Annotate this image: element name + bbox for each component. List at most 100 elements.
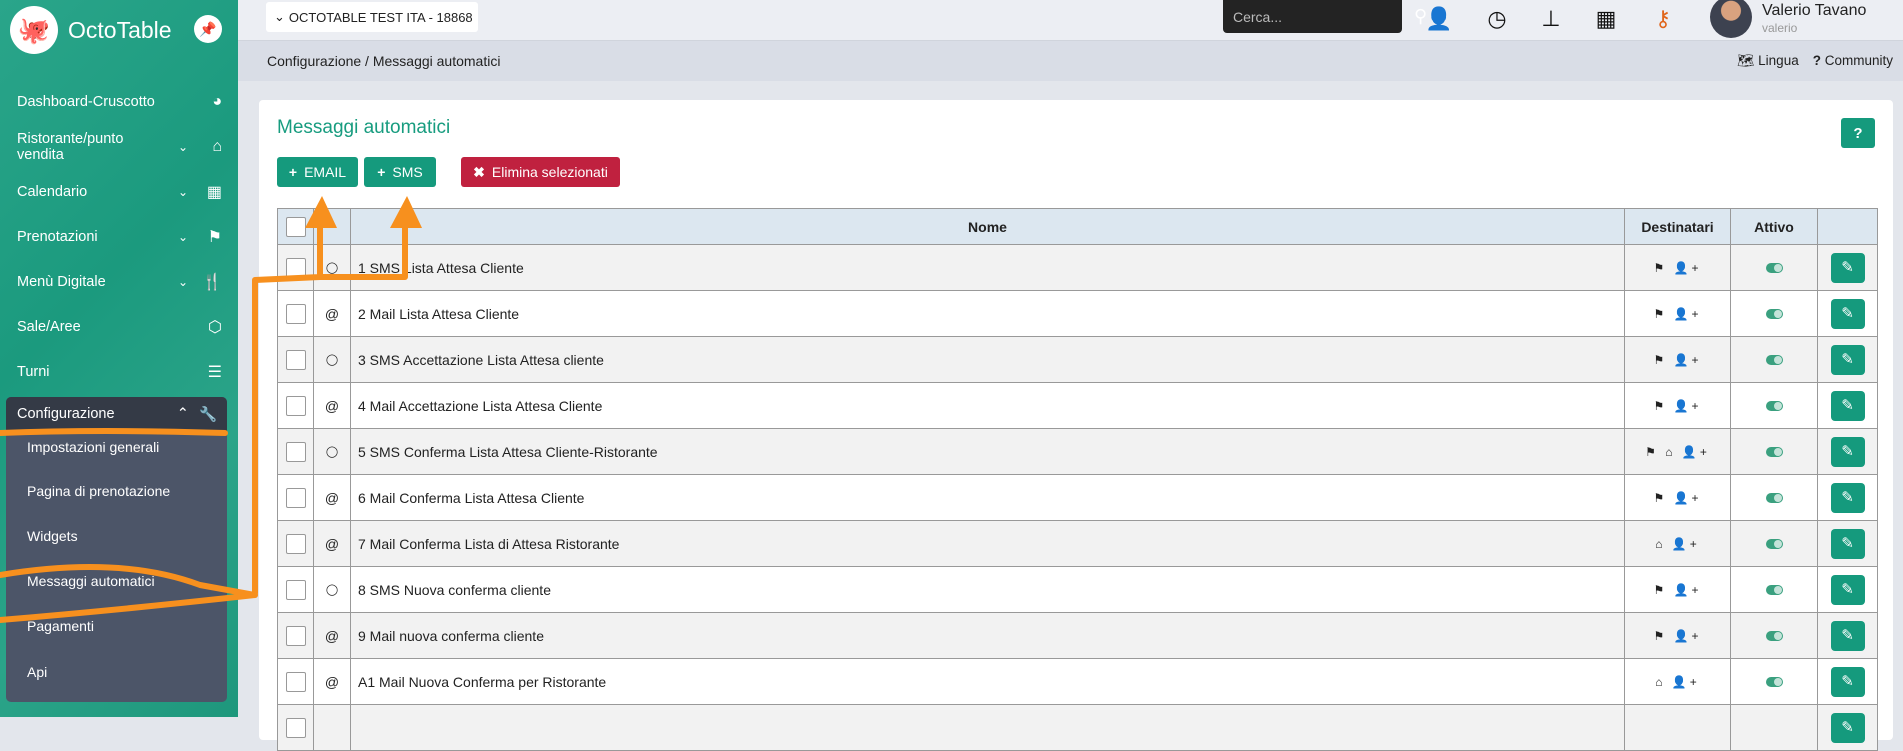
active-toggle[interactable] bbox=[1765, 538, 1783, 549]
active-cell bbox=[1730, 520, 1818, 567]
active-toggle[interactable] bbox=[1765, 354, 1783, 365]
edit-button[interactable]: ✎ bbox=[1830, 666, 1865, 697]
flag-icon: ⚑ bbox=[1645, 444, 1659, 459]
edit-button[interactable]: ✎ bbox=[1830, 344, 1865, 375]
edit-button[interactable]: ✎ bbox=[1830, 482, 1865, 513]
edit-button[interactable]: ✎ bbox=[1830, 712, 1865, 743]
table-row: @ 7 Mail Conferma Lista di Attesa Ristor… bbox=[277, 520, 1878, 567]
pin-icon[interactable]: 📌 bbox=[194, 15, 222, 43]
row-checkbox[interactable] bbox=[285, 257, 306, 278]
active-cell bbox=[1730, 336, 1818, 383]
sidebar-subitem[interactable]: Api bbox=[27, 664, 47, 680]
sidebar-item-calendario[interactable]: Calendario ⌄ ▦ bbox=[17, 177, 222, 207]
sidebar-item-men-digitale[interactable]: Menù Digitale ⌄ 🍴 bbox=[17, 267, 222, 297]
user-plus-icon: 👤+ bbox=[1671, 536, 1700, 551]
active-cell bbox=[1730, 566, 1818, 613]
community-link[interactable]: ? Community bbox=[1813, 53, 1893, 69]
organization-selector[interactable]: ⌄ OCTOTABLE TEST ITA - 18868 bbox=[266, 2, 478, 32]
language-link[interactable]: 🗺 Lingua bbox=[1737, 53, 1798, 69]
flag-icon: ⚑ bbox=[1653, 582, 1668, 597]
active-toggle[interactable] bbox=[1765, 262, 1783, 273]
edit-button[interactable]: ✎ bbox=[1830, 436, 1865, 467]
active-cell bbox=[1730, 658, 1818, 705]
select-cell bbox=[277, 336, 314, 383]
active-toggle[interactable] bbox=[1765, 584, 1783, 595]
sidebar-subitem[interactable]: Messaggi automatici bbox=[27, 573, 155, 589]
row-checkbox[interactable] bbox=[285, 395, 306, 416]
actions-cell: ✎ bbox=[1817, 612, 1878, 659]
row-checkbox[interactable] bbox=[285, 533, 306, 554]
add-sms-button[interactable]: + SMS bbox=[364, 157, 436, 187]
chevron-up-icon: ⌃ bbox=[176, 406, 189, 422]
sidebar-item-label: Calendario bbox=[17, 184, 88, 200]
sidebar-item-turni[interactable]: Turni ☰ bbox=[17, 357, 222, 387]
sidebar-item-label: Ristorante/punto vendita bbox=[17, 131, 124, 163]
page-title: Messaggi automatici bbox=[277, 117, 451, 138]
sidebar-item-ristorante-punto-vendita[interactable]: Ristorante/punto vendita ⌄ ⌂ bbox=[17, 131, 222, 163]
select-cell bbox=[277, 428, 314, 475]
message-name: A1 Mail Nuova Conferma per Ristorante bbox=[350, 658, 1625, 705]
edit-button[interactable]: ✎ bbox=[1830, 528, 1865, 559]
sidebar-subitem[interactable]: Impostazioni generali bbox=[27, 439, 159, 455]
actions-cell: ✎ bbox=[1817, 658, 1878, 705]
flag-icon: ⚑ bbox=[1653, 398, 1668, 413]
edit-button[interactable]: ✎ bbox=[1830, 390, 1865, 421]
sidebar-item-label: Menù Digitale bbox=[17, 274, 106, 290]
active-toggle[interactable] bbox=[1765, 308, 1783, 319]
user-login: valerio bbox=[1762, 21, 1798, 35]
sidebar-item-configurazione[interactable]: Configurazione ⌃ 🔧 bbox=[6, 397, 227, 431]
sidebar-item-sale-aree[interactable]: Sale/Aree ⬡ bbox=[17, 312, 222, 342]
active-cell bbox=[1730, 474, 1818, 521]
sidebar-subitem[interactable]: Pagina di prenotazione bbox=[27, 483, 170, 499]
sidebar-subitem[interactable]: Widgets bbox=[27, 528, 78, 544]
key-icon[interactable]: ⚷ bbox=[1648, 6, 1678, 32]
select-all-checkbox[interactable] bbox=[285, 216, 306, 237]
active-cell bbox=[1730, 704, 1818, 751]
sidebar-item-label: Turni bbox=[17, 364, 50, 380]
active-cell bbox=[1730, 290, 1818, 337]
sidebar-item-dashboard-cruscotto[interactable]: Dashboard-Cruscotto ◕ bbox=[17, 87, 222, 117]
active-toggle[interactable] bbox=[1765, 400, 1783, 411]
edit-button[interactable]: ✎ bbox=[1830, 252, 1865, 283]
message-name: 3 SMS Accettazione Lista Attesa cliente bbox=[350, 336, 1625, 383]
search-input[interactable] bbox=[1233, 8, 1414, 25]
active-toggle[interactable] bbox=[1765, 630, 1783, 641]
select-all-header bbox=[277, 208, 314, 245]
sitemap-icon[interactable]: ⊥ bbox=[1536, 6, 1566, 32]
edit-button[interactable]: ✎ bbox=[1830, 620, 1865, 651]
message-name: 2 Mail Lista Attesa Cliente bbox=[350, 290, 1625, 337]
row-checkbox[interactable] bbox=[285, 487, 306, 508]
add-user-icon[interactable]: 👤 bbox=[1424, 6, 1454, 32]
avatar[interactable] bbox=[1710, 0, 1752, 38]
cutlery-icon: 🍴 bbox=[202, 274, 222, 291]
row-checkbox[interactable] bbox=[285, 441, 306, 462]
button-label: SMS bbox=[392, 164, 423, 180]
row-checkbox[interactable] bbox=[285, 579, 306, 600]
edit-button[interactable]: ✎ bbox=[1830, 298, 1865, 329]
at-icon: @ bbox=[313, 658, 351, 705]
row-checkbox[interactable] bbox=[285, 717, 306, 738]
user-plus-icon: 👤+ bbox=[1681, 444, 1710, 459]
row-checkbox[interactable] bbox=[285, 625, 306, 646]
active-toggle[interactable] bbox=[1765, 676, 1783, 687]
row-checkbox[interactable] bbox=[285, 349, 306, 370]
select-cell bbox=[277, 382, 314, 429]
calendar-icon[interactable]: ▦ bbox=[1591, 6, 1621, 32]
add-email-button[interactable]: + EMAIL bbox=[277, 157, 358, 187]
sidebar-subitem[interactable]: Pagamenti bbox=[27, 618, 94, 634]
active-toggle[interactable] bbox=[1765, 446, 1783, 457]
select-cell bbox=[277, 658, 314, 705]
sidebar-item-prenotazioni[interactable]: Prenotazioni ⌄ ⚑ bbox=[17, 222, 222, 252]
clock-icon[interactable]: ◷ bbox=[1482, 6, 1512, 32]
select-cell bbox=[277, 612, 314, 659]
edit-button[interactable]: ✎ bbox=[1830, 574, 1865, 605]
at-icon: @ bbox=[313, 474, 351, 521]
help-button[interactable]: ? bbox=[1841, 118, 1875, 148]
row-checkbox[interactable] bbox=[285, 671, 306, 692]
user-name[interactable]: Valerio Tavano bbox=[1762, 2, 1866, 20]
row-checkbox[interactable] bbox=[285, 303, 306, 324]
delete-selected-button[interactable]: ✖ Elimina selezionati bbox=[461, 157, 620, 187]
active-header: Attivo bbox=[1730, 208, 1818, 245]
recipients-cell: ⚑ 👤+ bbox=[1624, 566, 1731, 613]
active-toggle[interactable] bbox=[1765, 492, 1783, 503]
